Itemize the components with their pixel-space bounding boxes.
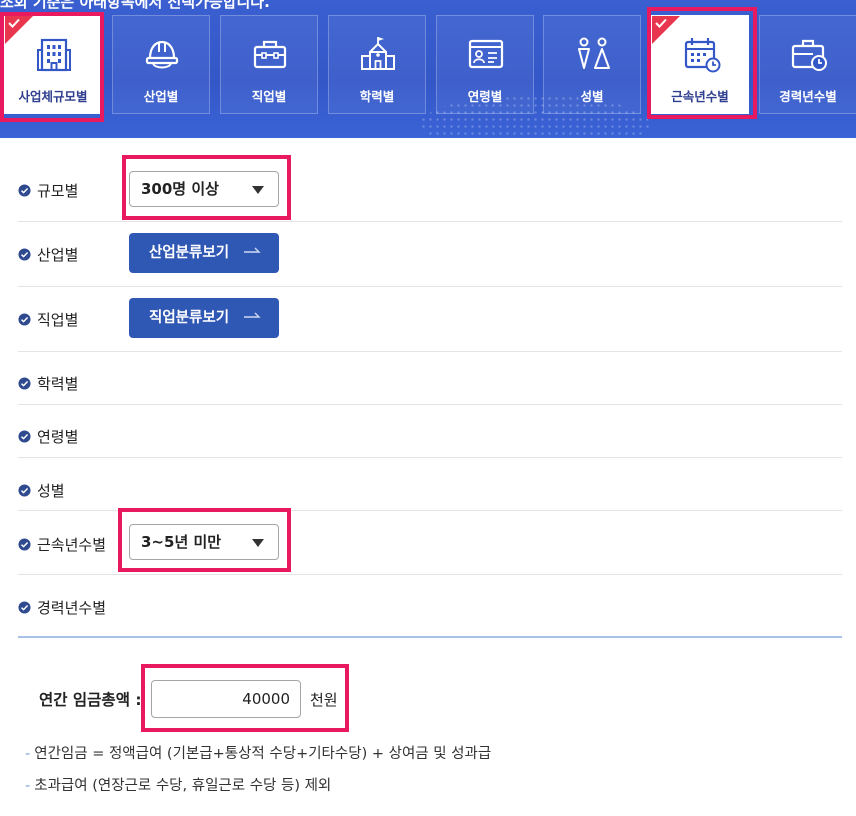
arrow-right-icon bbox=[244, 247, 261, 253]
dash-icon: - bbox=[25, 746, 31, 762]
arrow-right-icon bbox=[244, 312, 261, 318]
select-value: 300명 이상 bbox=[141, 180, 219, 198]
button-label: 산업분류보기 bbox=[149, 245, 230, 261]
note-annual-wage: - 연간임금 = 정액급여 (기본급+통상적 수당+기타수당) + 상여금 및 성… bbox=[25, 742, 491, 763]
calendar-icon bbox=[684, 38, 721, 73]
filter-row-size: 규모별 300명 이상 bbox=[18, 156, 842, 222]
briefcase-clock-icon bbox=[791, 39, 827, 71]
tab-career[interactable]: 경력년수별 bbox=[759, 15, 856, 114]
tab-tenure[interactable]: 근속년수별 bbox=[651, 15, 749, 114]
section-divider bbox=[18, 636, 842, 638]
button-label: 직업분류보기 bbox=[149, 310, 230, 326]
tab-label: 성별 bbox=[580, 89, 604, 104]
selected-check-icon bbox=[5, 16, 33, 44]
tab-age[interactable]: 연령별 bbox=[436, 15, 534, 114]
id-card-icon bbox=[468, 39, 504, 69]
tab-label: 경력년수별 bbox=[779, 89, 837, 104]
tab-label: 연령별 bbox=[467, 89, 503, 104]
check-bullet-icon bbox=[18, 313, 31, 326]
category-banner: 조회 기준은 아래항목에서 선택가능합니다. 사업체규모별 산업별 직업별 학력… bbox=[0, 0, 856, 138]
row-label: 학력별 bbox=[37, 375, 79, 393]
tab-occupation[interactable]: 직업별 bbox=[220, 15, 318, 114]
filter-row-industry: 산업별 산업분류보기 bbox=[18, 222, 842, 287]
wage-unit: 천원 bbox=[310, 691, 338, 709]
industry-classification-button[interactable]: 산업분류보기 bbox=[129, 233, 279, 273]
row-label: 연령별 bbox=[37, 428, 79, 446]
filter-row-age: 연령별 bbox=[18, 405, 842, 458]
tab-industry[interactable]: 산업별 bbox=[112, 15, 210, 114]
occupation-classification-button[interactable]: 직업분류보기 bbox=[129, 298, 279, 338]
note-overtime: - 초과급여 (연장근로 수당, 휴일근로 수당 등) 제외 bbox=[25, 774, 331, 795]
check-bullet-icon bbox=[18, 484, 31, 497]
tab-label: 산업별 bbox=[143, 89, 179, 104]
hardhat-icon bbox=[145, 40, 179, 69]
check-bullet-icon bbox=[18, 538, 31, 551]
dash-icon: - bbox=[25, 778, 31, 794]
check-bullet-icon bbox=[18, 430, 31, 443]
tab-education[interactable]: 학력별 bbox=[328, 15, 426, 114]
tenure-select[interactable]: 3~5년 미만 bbox=[129, 524, 279, 560]
dropdown-arrow-icon bbox=[252, 186, 264, 194]
dropdown-arrow-icon bbox=[252, 539, 264, 547]
tab-label: 사업체규모별 bbox=[18, 89, 88, 104]
row-label: 성별 bbox=[37, 482, 65, 500]
selected-check-icon bbox=[652, 16, 680, 44]
tab-label: 학력별 bbox=[359, 89, 395, 104]
tab-gender[interactable]: 성별 bbox=[543, 15, 641, 114]
row-label: 근속년수별 bbox=[37, 536, 107, 554]
toolbox-icon bbox=[253, 40, 287, 69]
check-bullet-icon bbox=[18, 184, 31, 197]
row-label: 직업별 bbox=[37, 311, 79, 329]
check-bullet-icon bbox=[18, 248, 31, 261]
school-icon bbox=[361, 37, 395, 70]
filter-row-tenure: 근속년수별 3~5년 미만 bbox=[18, 511, 842, 575]
banner-heading: 조회 기준은 아래항목에서 선택가능합니다. bbox=[0, 0, 270, 9]
building-icon bbox=[37, 38, 71, 72]
tab-company-size[interactable]: 사업체규모별 bbox=[4, 15, 102, 114]
row-label: 산업별 bbox=[37, 246, 79, 264]
row-label: 경력년수별 bbox=[37, 599, 107, 617]
note-text: 초과급여 (연장근로 수당, 휴일근로 수당 등) 제외 bbox=[34, 778, 332, 794]
filter-row-occupation: 직업별 직업분류보기 bbox=[18, 287, 842, 352]
select-value: 3~5년 미만 bbox=[141, 533, 222, 551]
tab-label: 근속년수별 bbox=[671, 89, 729, 104]
filter-row-gender: 성별 bbox=[18, 458, 842, 511]
check-bullet-icon bbox=[18, 601, 31, 614]
size-select[interactable]: 300명 이상 bbox=[129, 171, 279, 207]
annual-wage-input[interactable] bbox=[151, 680, 301, 718]
row-label: 규모별 bbox=[37, 182, 79, 200]
note-text: 연간임금 = 정액급여 (기본급+통상적 수당+기타수당) + 상여금 및 성과… bbox=[34, 746, 492, 762]
check-bullet-icon bbox=[18, 377, 31, 390]
annual-wage-label: 연간 임금총액 : bbox=[39, 691, 142, 709]
gender-icon bbox=[578, 37, 610, 69]
filter-row-education: 학력별 bbox=[18, 352, 842, 405]
tab-label: 직업별 bbox=[251, 89, 287, 104]
filter-row-career: 경력년수별 bbox=[18, 575, 842, 636]
